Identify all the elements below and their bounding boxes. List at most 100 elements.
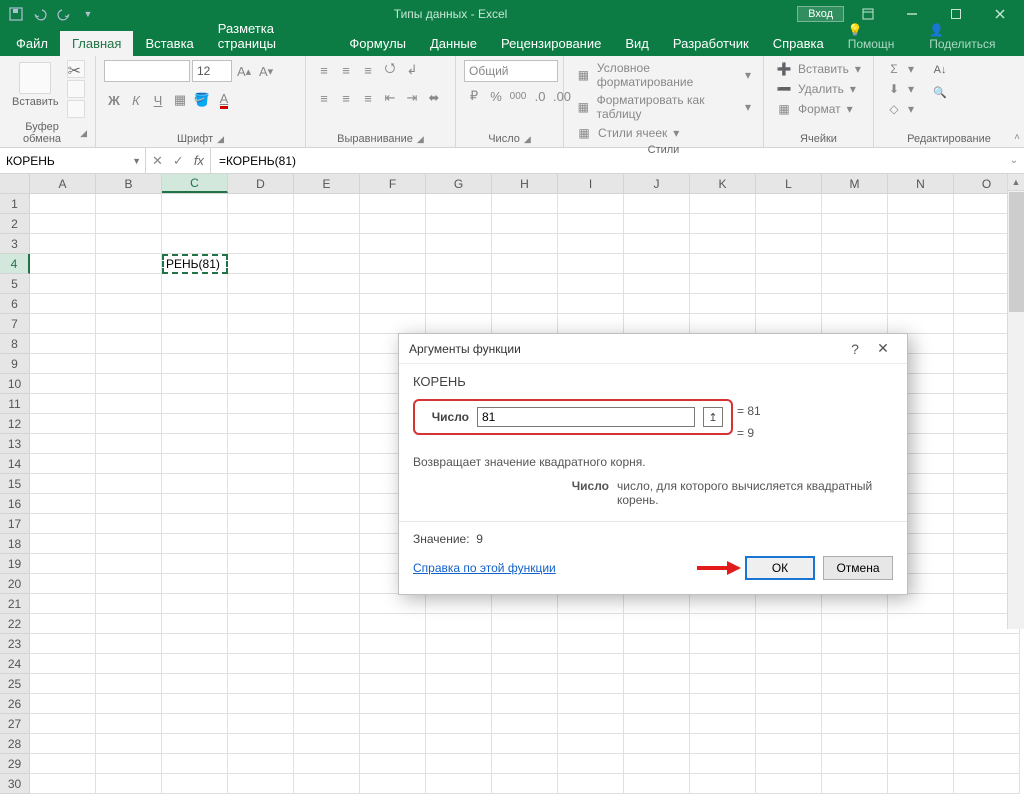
cell[interactable]	[30, 714, 96, 734]
cell[interactable]	[690, 654, 756, 674]
cell[interactable]	[822, 774, 888, 794]
cell[interactable]	[96, 294, 162, 314]
cell[interactable]	[756, 674, 822, 694]
cell[interactable]	[822, 274, 888, 294]
cell[interactable]	[822, 314, 888, 334]
cell[interactable]	[228, 694, 294, 714]
cell[interactable]	[30, 594, 96, 614]
cell[interactable]	[888, 754, 954, 774]
cell[interactable]	[162, 434, 228, 454]
font-color-icon[interactable]: A	[214, 90, 234, 110]
row-header[interactable]: 24	[0, 654, 30, 674]
redo-icon[interactable]	[56, 6, 72, 22]
format-as-table-button[interactable]: ▦Форматировать как таблицу ▾	[572, 92, 755, 122]
cell[interactable]	[228, 774, 294, 794]
cell[interactable]	[162, 294, 228, 314]
cell[interactable]	[690, 234, 756, 254]
cell[interactable]	[492, 774, 558, 794]
row-header[interactable]: 14	[0, 454, 30, 474]
cell[interactable]	[690, 274, 756, 294]
cell[interactable]	[492, 654, 558, 674]
cell[interactable]	[30, 674, 96, 694]
cell[interactable]	[228, 394, 294, 414]
column-header[interactable]: D	[228, 174, 294, 193]
tab-formulas[interactable]: Формулы	[337, 31, 418, 56]
cell[interactable]	[426, 314, 492, 334]
cell[interactable]	[360, 254, 426, 274]
cell[interactable]	[96, 514, 162, 534]
cell[interactable]	[30, 254, 96, 274]
cell[interactable]	[360, 234, 426, 254]
cell[interactable]	[888, 234, 954, 254]
cell[interactable]	[294, 534, 360, 554]
column-header[interactable]: G	[426, 174, 492, 193]
cell[interactable]	[558, 734, 624, 754]
cell[interactable]	[888, 254, 954, 274]
cell[interactable]	[294, 454, 360, 474]
cell[interactable]	[294, 414, 360, 434]
align-right-icon[interactable]: ≡	[358, 88, 378, 108]
cell[interactable]	[360, 774, 426, 794]
font-family-select[interactable]	[104, 60, 190, 82]
cell[interactable]	[294, 434, 360, 454]
cell[interactable]	[822, 214, 888, 234]
increase-decimal-icon[interactable]: .0	[530, 86, 550, 106]
cell[interactable]	[690, 594, 756, 614]
cell[interactable]	[162, 354, 228, 374]
cell[interactable]	[294, 334, 360, 354]
alignment-launcher-icon[interactable]: ◢	[417, 134, 424, 145]
cell[interactable]	[624, 294, 690, 314]
cell[interactable]	[228, 594, 294, 614]
cell[interactable]	[228, 634, 294, 654]
cell[interactable]: РЕНЬ(81)	[162, 254, 228, 274]
align-middle-icon[interactable]: ≡	[336, 60, 356, 80]
column-header[interactable]: H	[492, 174, 558, 193]
cell[interactable]	[624, 674, 690, 694]
cell[interactable]	[558, 614, 624, 634]
cell[interactable]	[96, 234, 162, 254]
paste-button[interactable]: Вставить	[8, 60, 63, 110]
cell[interactable]	[426, 194, 492, 214]
cell[interactable]	[624, 714, 690, 734]
cell[interactable]	[96, 694, 162, 714]
cell[interactable]	[228, 614, 294, 634]
cell[interactable]	[96, 754, 162, 774]
cell[interactable]	[294, 634, 360, 654]
cell[interactable]	[888, 654, 954, 674]
cell[interactable]	[294, 614, 360, 634]
cell[interactable]	[492, 194, 558, 214]
row-header[interactable]: 15	[0, 474, 30, 494]
row-header[interactable]: 3	[0, 234, 30, 254]
bold-button[interactable]: Ж	[104, 90, 124, 110]
cell[interactable]	[954, 674, 1020, 694]
cell[interactable]	[888, 294, 954, 314]
cell[interactable]	[228, 274, 294, 294]
cell[interactable]	[756, 254, 822, 274]
cell[interactable]	[690, 634, 756, 654]
cell[interactable]	[96, 574, 162, 594]
cell[interactable]	[228, 714, 294, 734]
delete-cells-button[interactable]: ➖Удалить ▾	[772, 80, 865, 98]
vertical-scrollbar[interactable]: ▲	[1007, 174, 1024, 629]
row-header[interactable]: 6	[0, 294, 30, 314]
cell[interactable]	[228, 214, 294, 234]
cell[interactable]	[294, 754, 360, 774]
cell[interactable]	[294, 314, 360, 334]
cell[interactable]	[294, 674, 360, 694]
cell[interactable]	[492, 214, 558, 234]
share-button[interactable]: 👤 Поделиться	[917, 18, 1016, 56]
underline-button[interactable]: Ч	[148, 90, 168, 110]
row-header[interactable]: 18	[0, 534, 30, 554]
tab-view[interactable]: Вид	[613, 31, 661, 56]
cell[interactable]	[228, 494, 294, 514]
cell[interactable]	[228, 734, 294, 754]
row-header[interactable]: 7	[0, 314, 30, 334]
cell[interactable]	[822, 754, 888, 774]
column-header[interactable]: L	[756, 174, 822, 193]
cell[interactable]	[756, 314, 822, 334]
cell[interactable]	[162, 474, 228, 494]
cell[interactable]	[30, 514, 96, 534]
cell[interactable]	[624, 274, 690, 294]
cell[interactable]	[492, 674, 558, 694]
cell[interactable]	[30, 634, 96, 654]
